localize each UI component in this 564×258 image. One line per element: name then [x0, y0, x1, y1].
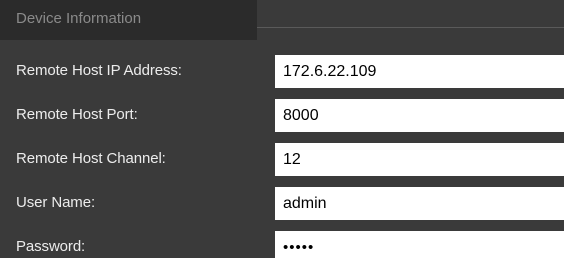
section-title: Device Information — [0, 0, 257, 40]
section-header: Device Information — [0, 0, 564, 40]
form-row-password: Password: — [0, 225, 564, 258]
form-row-ip-address: Remote Host IP Address: — [0, 49, 564, 93]
channel-input[interactable] — [275, 143, 564, 176]
user-name-input[interactable] — [275, 187, 564, 220]
password-input[interactable] — [275, 231, 564, 258]
password-label: Password: — [16, 238, 86, 255]
form-row-port: Remote Host Port: — [0, 93, 564, 137]
ip-address-label: Remote Host IP Address: — [16, 62, 182, 79]
ip-address-input[interactable] — [275, 55, 564, 88]
form-row-channel: Remote Host Channel: — [0, 137, 564, 181]
user-name-label: User Name: — [16, 194, 96, 211]
form-row-user-name: User Name: — [0, 181, 564, 225]
port-label: Remote Host Port: — [16, 106, 138, 123]
port-input[interactable] — [275, 99, 564, 132]
section-divider — [257, 27, 564, 28]
device-information-panel: Device Information Remote Host IP Addres… — [0, 0, 564, 258]
channel-label: Remote Host Channel: — [16, 150, 166, 167]
